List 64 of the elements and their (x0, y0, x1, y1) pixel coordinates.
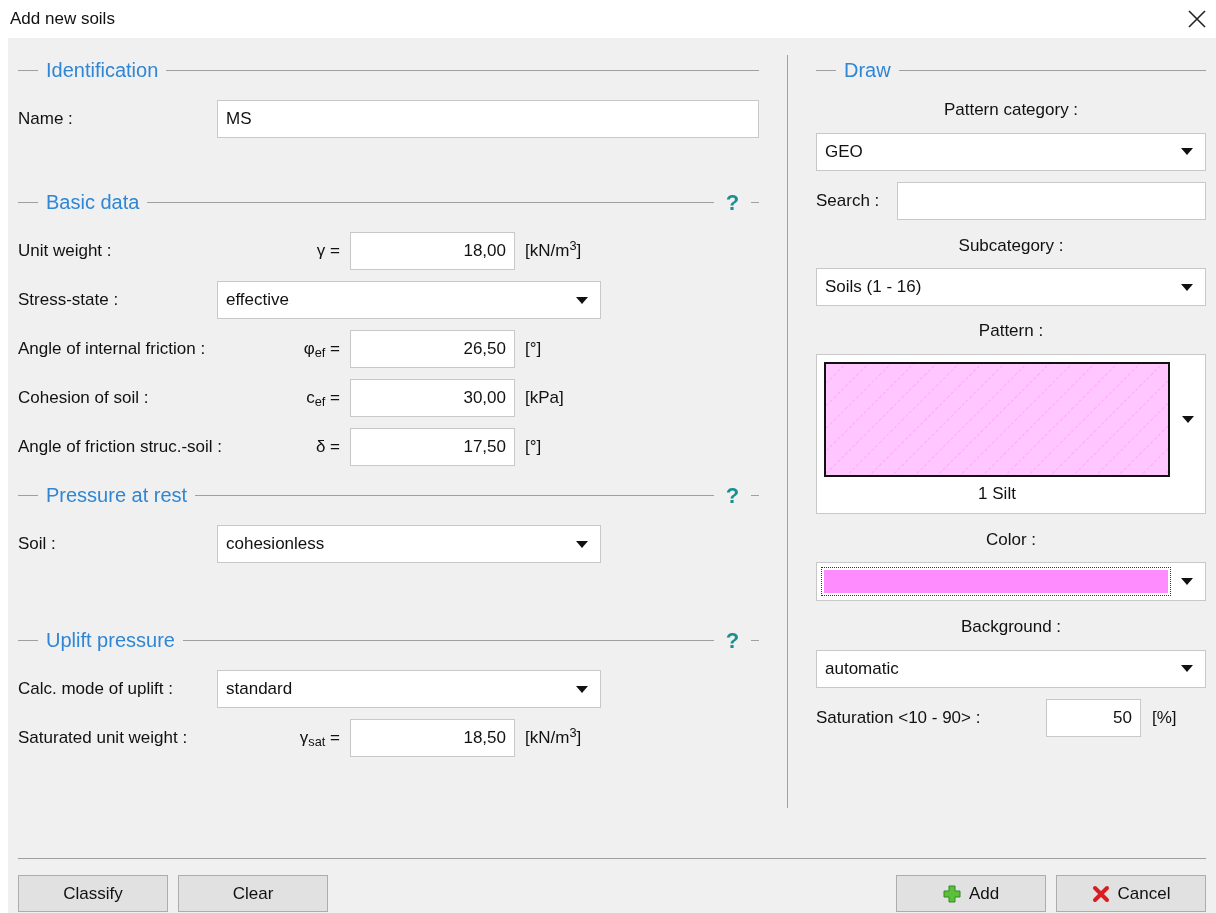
dropdown[interactable]: cohesionless (217, 525, 601, 563)
symbol-label: c$_{ef}$ = (306, 387, 340, 411)
section-title: Draw (843, 58, 892, 83)
symbol-label: δ = (315, 436, 340, 459)
color-dropdown[interactable] (816, 562, 1206, 601)
dropdown-caret-icon (576, 296, 588, 304)
field-label: Name : (18, 108, 74, 131)
dropdown-caret-icon (1181, 148, 1193, 155)
dropdown-caret-icon (576, 540, 588, 548)
search-field[interactable] (897, 181, 1206, 220)
section-title: Pressure at rest (45, 483, 189, 508)
field-label: Saturation <10 - 90> : (816, 706, 982, 729)
dropdown[interactable]: effective (217, 281, 601, 319)
dropdown-caret-icon (1181, 283, 1193, 291)
dialog-button[interactable]: Cancel (1056, 875, 1206, 912)
dropdown-caret-icon (1181, 665, 1193, 672)
number-field[interactable]: 30,00 (350, 379, 515, 417)
unit-label: [°] (525, 436, 542, 459)
pattern-dropdown[interactable]: 1 Silt (816, 353, 1206, 514)
dialog-button[interactable]: Classify (18, 875, 168, 912)
window-title: Add new soils (10, 8, 115, 31)
section-title: Basic data (45, 190, 141, 215)
dialog-button[interactable]: Add (896, 875, 1046, 912)
unit-label: [kPa] (525, 387, 564, 410)
symbol-label: γ$_{sat}$ = (299, 727, 340, 751)
section-title: Identification (45, 58, 160, 83)
pattern-name: 1 Silt (978, 482, 1016, 505)
dropdown[interactable]: automatic (816, 649, 1206, 688)
number-field[interactable]: 17,50 (350, 428, 515, 466)
dropdown-caret-icon (1181, 578, 1193, 585)
dropdown[interactable]: GEO (816, 132, 1206, 171)
symbol-label: γ = (316, 240, 340, 263)
unit-label: [kN/m$^{3}$] (525, 238, 582, 263)
dropdown-caret-icon (1182, 415, 1194, 423)
plus-icon (942, 884, 961, 903)
number-field[interactable]: 18,50 (350, 719, 515, 757)
unit-label: [°] (525, 338, 542, 361)
close-icon[interactable] (1188, 10, 1206, 28)
field-label: Unit weight : (18, 240, 113, 263)
field-label: Search : (816, 189, 881, 212)
close-icon (1091, 884, 1110, 903)
unit-label: [kN/m$^{3}$] (525, 725, 582, 750)
symbol-label: φ$_{ef}$ = (303, 338, 340, 362)
number-field[interactable]: 26,50 (350, 330, 515, 368)
field-label: Calc. mode of uplift : (18, 678, 174, 701)
field-label: Subcategory : (958, 234, 1064, 257)
field-label: Pattern : (978, 320, 1044, 342)
field-label: Pattern category : (943, 99, 1079, 121)
field-label: Cohesion of soil : (18, 387, 150, 410)
section-title: Uplift pressure (45, 628, 176, 653)
field-label: Angle of internal friction : (18, 338, 207, 361)
dropdown[interactable]: standard (217, 670, 601, 708)
number-field[interactable]: 50 (1046, 698, 1141, 737)
dropdown[interactable]: Soils (1 - 16) (816, 268, 1206, 306)
name-field[interactable]: MS (217, 100, 760, 138)
dialog-button[interactable]: Clear (178, 875, 328, 912)
field-label: Soil : (18, 533, 57, 556)
field-label: Color : (985, 528, 1037, 551)
number-field[interactable]: 18,00 (350, 232, 515, 270)
field-label: Background : (960, 616, 1062, 638)
field-label: Stress-state : (18, 289, 120, 312)
unit-label: [%] (1152, 706, 1177, 729)
dropdown-caret-icon (576, 685, 588, 693)
field-label: Saturated unit weight : (18, 727, 189, 750)
